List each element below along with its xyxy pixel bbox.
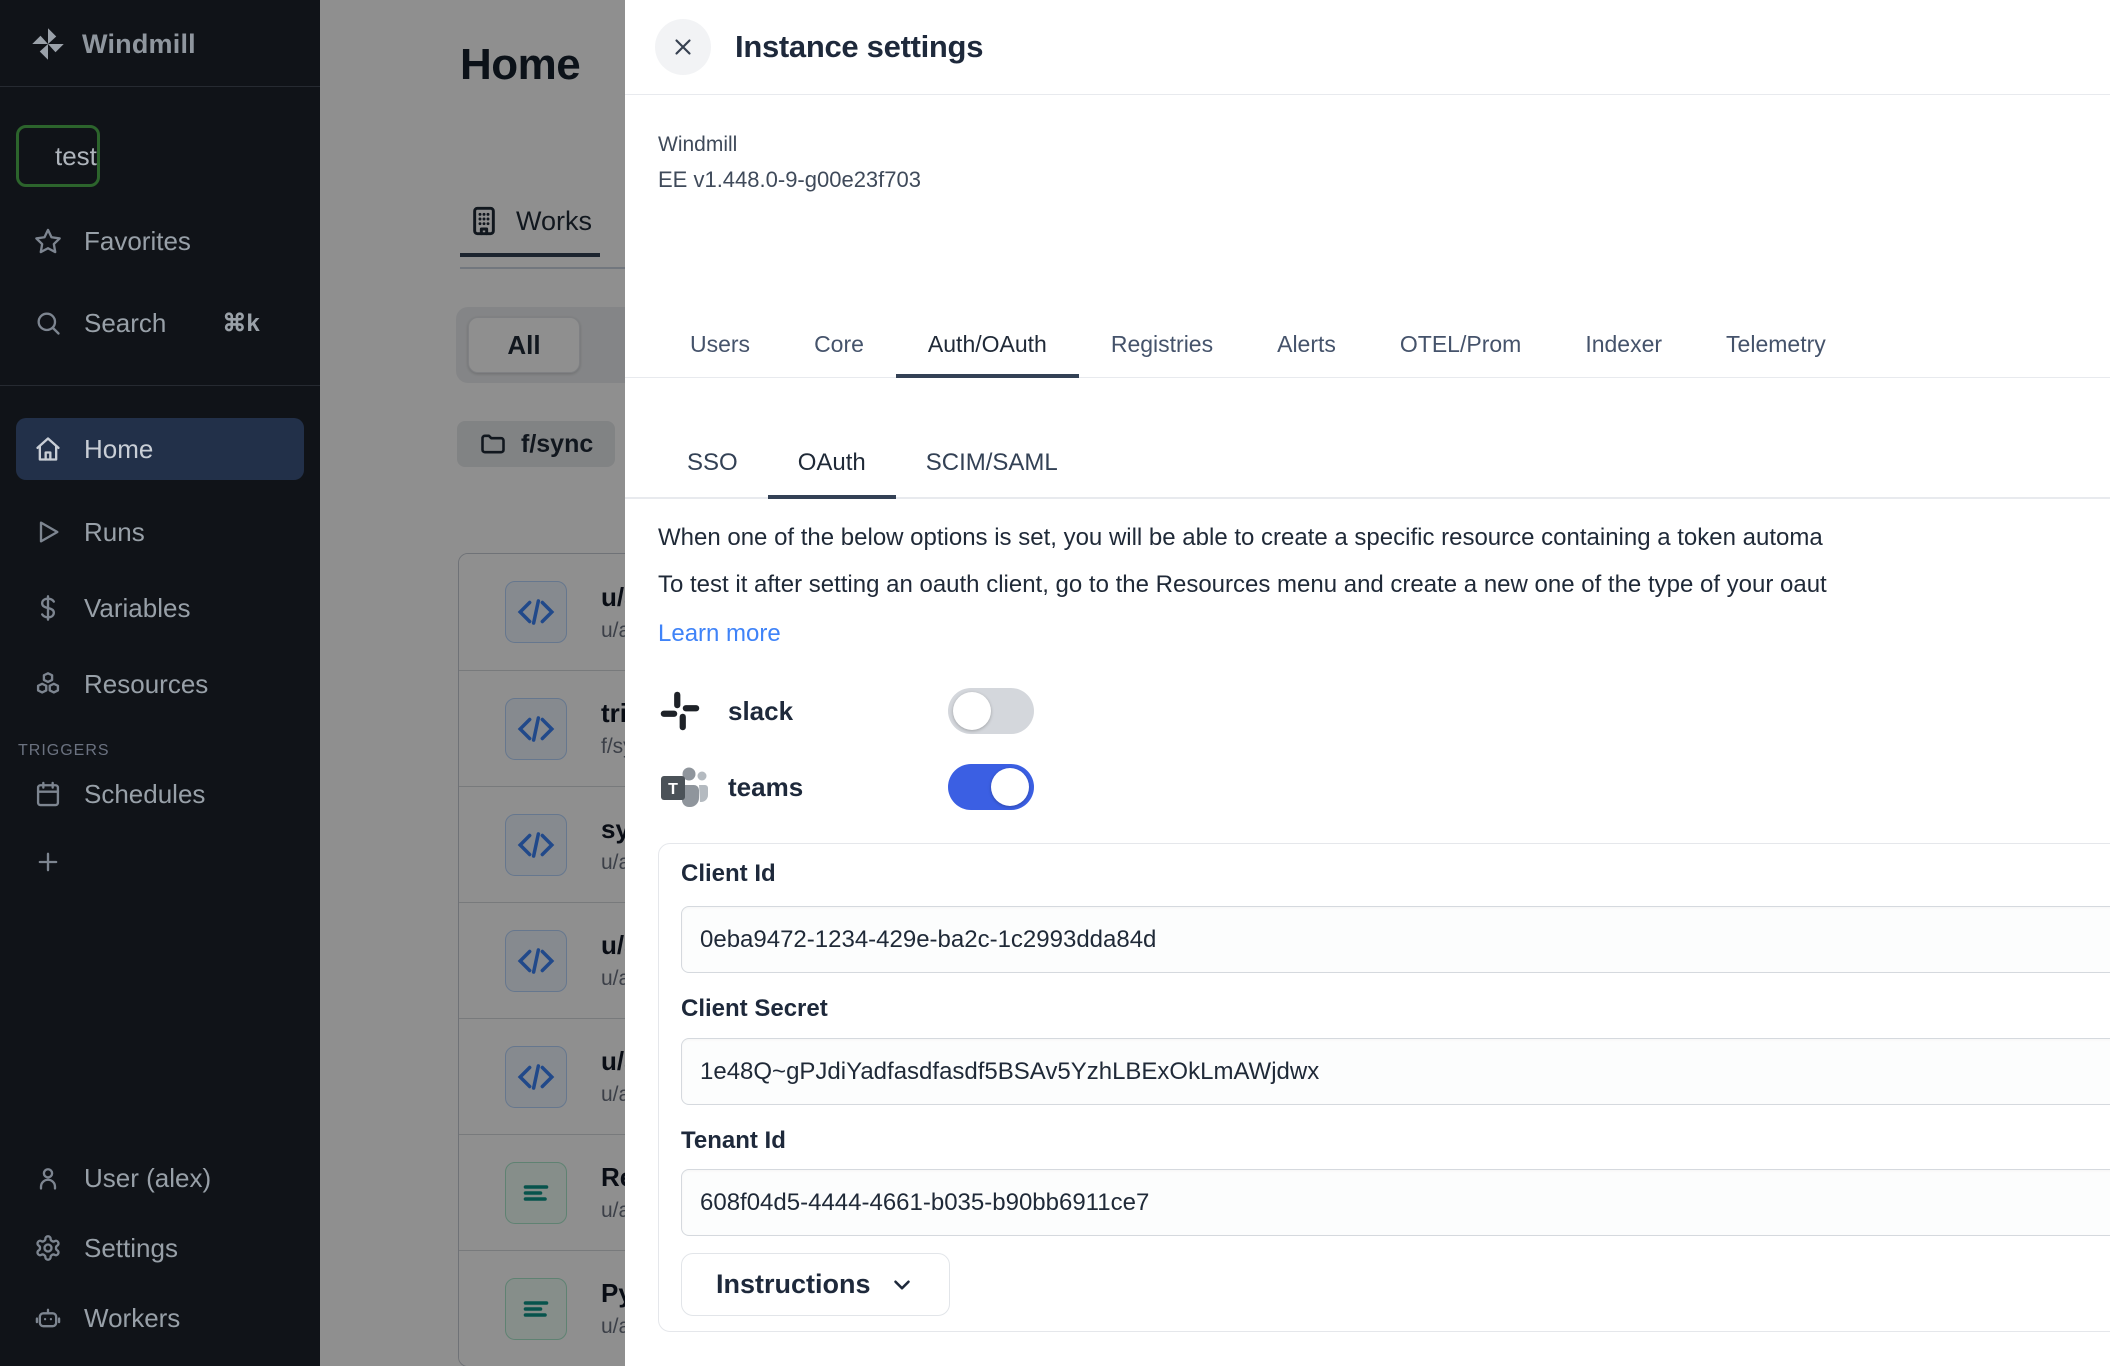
toggle-knob bbox=[991, 768, 1029, 806]
instance-settings-drawer: Instance settings Windmill EE v1.448.0-9… bbox=[625, 0, 2110, 1366]
windmill-app: Windmill test Favorites Search ⌘k bbox=[0, 0, 2110, 1366]
version-label: EE v1.448.0-9-g00e23f703 bbox=[658, 167, 921, 193]
tenant-id-label: Tenant Id bbox=[681, 1127, 786, 1155]
drawer-header: Instance settings bbox=[625, 0, 2110, 95]
tab-core[interactable]: Core bbox=[782, 323, 896, 378]
chevron-down-icon bbox=[889, 1272, 915, 1298]
boxes-icon bbox=[34, 670, 62, 698]
svg-text:T: T bbox=[668, 781, 678, 798]
provider-label: teams bbox=[728, 772, 803, 803]
search-icon bbox=[34, 309, 62, 337]
search-shortcut: ⌘k bbox=[222, 309, 259, 338]
tab-users[interactable]: Users bbox=[658, 323, 782, 378]
sidebar-item-search[interactable]: Search ⌘k bbox=[16, 299, 304, 347]
tab-indexer[interactable]: Indexer bbox=[1553, 323, 1694, 378]
learn-more-link[interactable]: Learn more bbox=[658, 620, 781, 648]
sidebar-item-resources[interactable]: Resources bbox=[16, 660, 304, 708]
sidebar-item-schedules[interactable]: Schedules bbox=[16, 770, 304, 818]
teams-icon: T bbox=[658, 763, 714, 811]
version-block: Windmill EE v1.448.0-9-g00e23f703 bbox=[658, 133, 921, 193]
instructions-button[interactable]: Instructions bbox=[681, 1253, 950, 1316]
gear-icon bbox=[34, 1234, 62, 1262]
dollar-icon bbox=[34, 594, 62, 622]
toggle-knob bbox=[953, 692, 991, 730]
client-id-label: Client Id bbox=[681, 860, 776, 888]
drawer-title: Instance settings bbox=[735, 29, 983, 65]
sidebar-item-settings[interactable]: Settings bbox=[16, 1224, 304, 1272]
calendar-icon bbox=[34, 780, 62, 808]
close-button[interactable] bbox=[655, 19, 711, 75]
workspace-selector[interactable]: test bbox=[16, 125, 100, 187]
user-icon bbox=[34, 1164, 62, 1192]
client-secret-input[interactable] bbox=[681, 1038, 2110, 1105]
tab-alerts[interactable]: Alerts bbox=[1245, 323, 1368, 378]
sidebar-item-home[interactable]: Home bbox=[16, 418, 304, 480]
robot-icon bbox=[34, 1304, 62, 1332]
app-logo[interactable]: Windmill bbox=[0, 0, 320, 86]
tab-telemetry[interactable]: Telemetry bbox=[1694, 323, 1858, 378]
tab-auth-oauth[interactable]: Auth/OAuth bbox=[896, 323, 1079, 378]
sidebar-item-variables[interactable]: Variables bbox=[16, 584, 304, 632]
sidebar-account-section: User (alex) Settings Workers bbox=[0, 1154, 320, 1342]
sidebar-item-runs[interactable]: Runs bbox=[16, 508, 304, 556]
workspace-name: test bbox=[55, 141, 97, 172]
sidebar-add-button[interactable] bbox=[16, 838, 304, 886]
windmill-logo-icon bbox=[30, 26, 66, 62]
triggers-section-label: TRIGGERS bbox=[18, 742, 320, 760]
subtab-sso[interactable]: SSO bbox=[657, 443, 768, 499]
slack-toggle[interactable] bbox=[948, 688, 1034, 734]
sidebar-divider bbox=[0, 385, 320, 386]
client-secret-label: Client Secret bbox=[681, 995, 828, 1023]
teams-toggle[interactable] bbox=[948, 764, 1034, 810]
play-icon bbox=[34, 518, 62, 546]
provider-row-slack: slack bbox=[658, 686, 793, 736]
close-icon bbox=[670, 34, 696, 60]
plus-icon bbox=[34, 848, 62, 876]
oauth-description-line1: When one of the below options is set, yo… bbox=[658, 524, 2110, 552]
client-id-input[interactable] bbox=[681, 906, 2110, 973]
slack-icon bbox=[658, 689, 714, 733]
sidebar-item-user[interactable]: User (alex) bbox=[16, 1154, 304, 1202]
provider-row-teams: T teams bbox=[658, 762, 803, 812]
app-title: Windmill bbox=[82, 29, 196, 60]
sidebar-item-favorites[interactable]: Favorites bbox=[16, 217, 304, 265]
app-name: Windmill bbox=[658, 133, 921, 157]
subtab-oauth[interactable]: OAuth bbox=[768, 443, 896, 499]
oauth-description-line2: To test it after setting an oauth client… bbox=[658, 571, 2110, 599]
home-icon bbox=[34, 435, 62, 463]
provider-label: slack bbox=[728, 696, 793, 727]
tab-otel-prom[interactable]: OTEL/Prom bbox=[1368, 323, 1553, 378]
tenant-id-input[interactable] bbox=[681, 1169, 2110, 1236]
teams-oauth-card: Client Id Client Secret Tenant Id Instru… bbox=[658, 843, 2110, 1332]
settings-tabs: Users Core Auth/OAuth Registries Alerts … bbox=[625, 323, 2110, 378]
subtab-scim-saml[interactable]: SCIM/SAML bbox=[896, 443, 1088, 499]
sidebar-item-workers[interactable]: Workers bbox=[16, 1294, 304, 1342]
tab-registries[interactable]: Registries bbox=[1079, 323, 1245, 378]
auth-subtabs: SSO OAuth SCIM/SAML bbox=[625, 443, 2110, 499]
star-icon bbox=[34, 227, 62, 255]
sidebar: Windmill test Favorites Search ⌘k bbox=[0, 0, 320, 1366]
sidebar-divider bbox=[0, 86, 320, 87]
